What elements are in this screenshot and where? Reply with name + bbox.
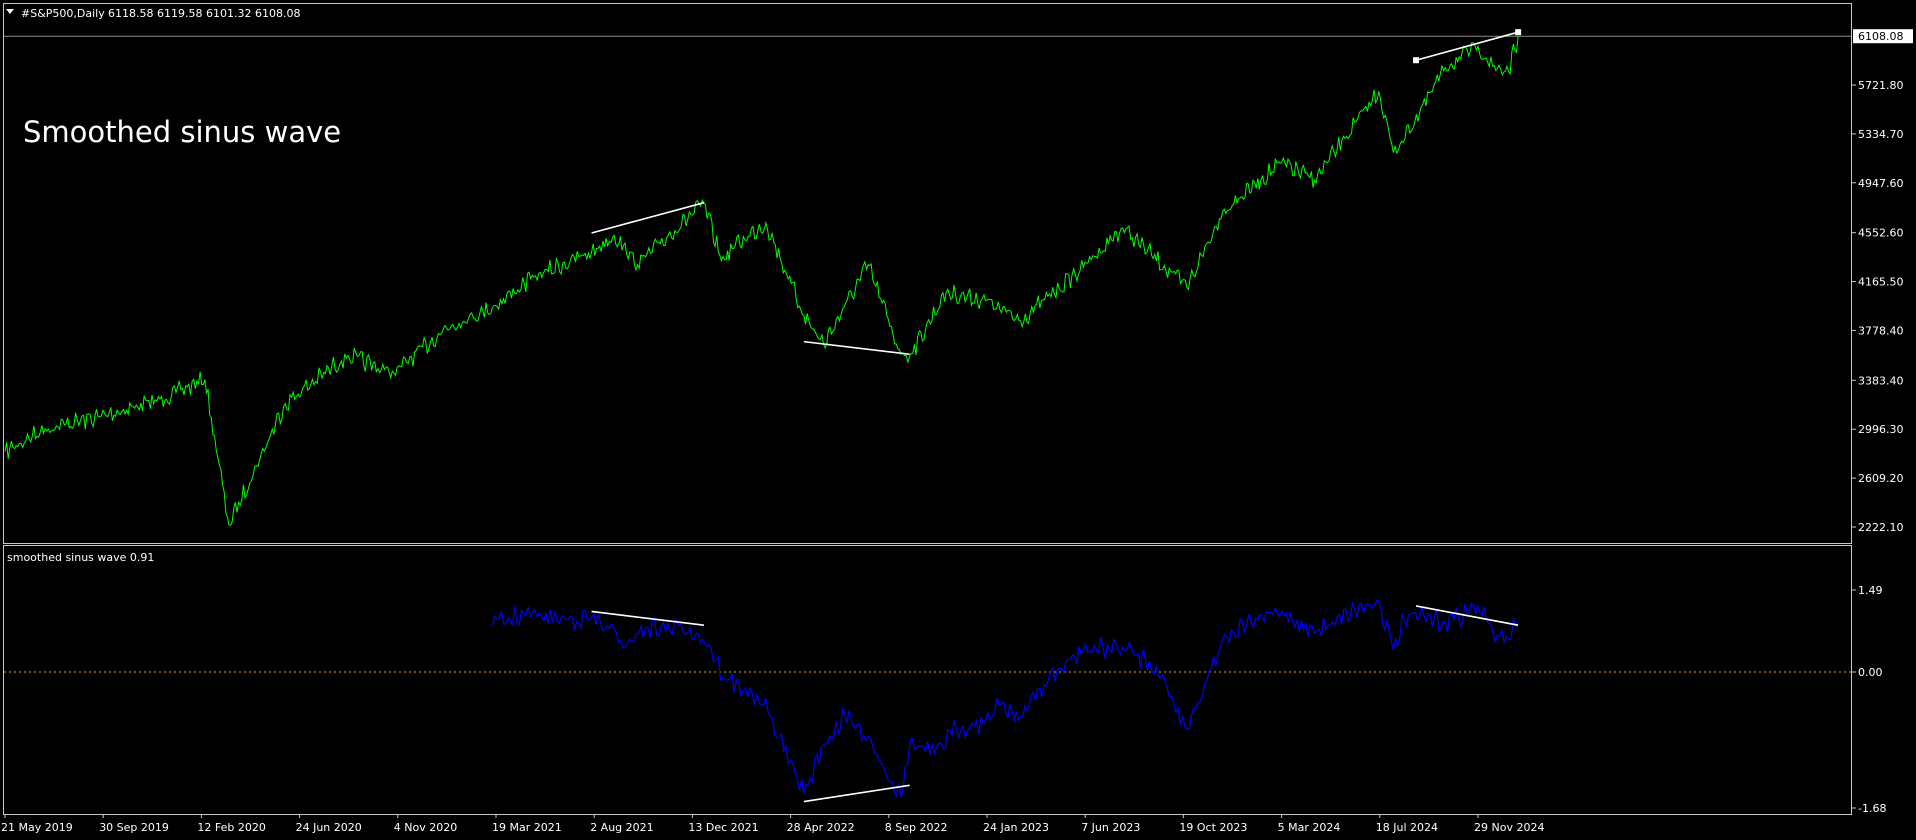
time-axis-tick-label: 12 Feb 2020 (197, 821, 265, 834)
current-price-label: 6108.08 (1858, 30, 1904, 43)
price-axis-tick-label: 3383.40 (1858, 374, 1904, 387)
time-axis-tick-label: 29 Nov 2024 (1474, 821, 1544, 834)
price-axis-tick-label: 4947.60 (1858, 177, 1904, 190)
chart-annotation: Smoothed sinus wave (23, 115, 341, 149)
indicator-axis-tick-label: -1.68 (1858, 802, 1886, 815)
indicator-axis-tick-label: 1.49 (1858, 584, 1883, 597)
indicator-axis-tick-label: 0.00 (1858, 666, 1883, 679)
time-axis-tick-label: 19 Mar 2021 (492, 821, 562, 834)
trendline-handle (1515, 29, 1522, 36)
chart-root: #S&P500,Daily 6118.58 6119.58 6101.32 61… (0, 0, 1916, 840)
time-axis-tick-label: 28 Apr 2022 (787, 821, 855, 834)
price-axis-tick-label: 4165.50 (1858, 276, 1904, 289)
time-axis-tick-label: 19 Oct 2023 (1179, 821, 1247, 834)
time-axis-tick-label: 18 Jul 2024 (1376, 821, 1438, 834)
price-axis-tick-label: 3778.40 (1858, 324, 1904, 337)
time-axis-tick-label: 13 Dec 2021 (688, 821, 758, 834)
time-axis-tick-label: 30 Sep 2019 (99, 821, 169, 834)
price-axis-tick-label: 2996.30 (1858, 423, 1904, 436)
time-axis-tick-label: 21 May 2019 (1, 821, 73, 834)
price-axis-tick-label: 2222.10 (1858, 521, 1904, 534)
time-axis-tick-label: 5 Mar 2024 (1278, 821, 1341, 834)
time-axis-tick-label: 4 Nov 2020 (394, 821, 457, 834)
price-axis-tick-label: 4552.60 (1858, 227, 1904, 240)
trendline-handle (1412, 57, 1419, 64)
symbol-label: #S&P500,Daily (21, 7, 105, 20)
time-axis-tick-label: 24 Jan 2023 (983, 821, 1049, 834)
time-axis-tick-label: 2 Aug 2021 (590, 821, 653, 834)
time-axis-tick-label: 8 Sep 2022 (885, 821, 948, 834)
price-axis-tick-label: 2609.20 (1858, 472, 1904, 485)
ohlc-values: 6118.58 6119.58 6101.32 6108.08 (108, 7, 300, 20)
time-axis-tick-label: 7 Jun 2023 (1081, 821, 1140, 834)
price-axis-tick-label: 5334.70 (1858, 128, 1904, 141)
indicator-label: smoothed sinus wave 0.91 (7, 551, 154, 564)
time-axis-tick-label: 24 Jun 2020 (296, 821, 362, 834)
price-axis-tick-label: 5721.80 (1858, 79, 1904, 92)
